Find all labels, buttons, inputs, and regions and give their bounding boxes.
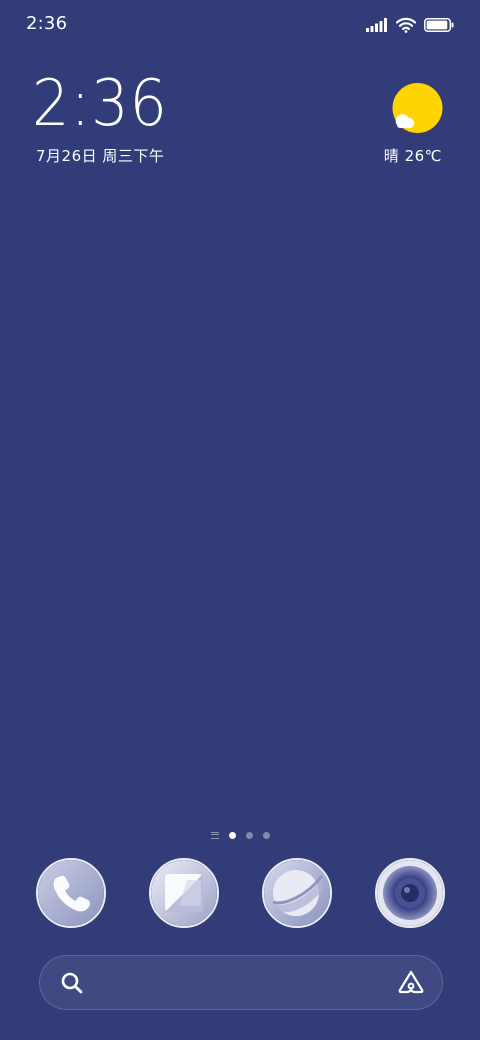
- phone-app-button[interactable]: [36, 858, 106, 928]
- page-dot[interactable]: [245, 831, 253, 839]
- status-bar-icons: [366, 15, 454, 35]
- weather-widget-text[interactable]: 晴 26℃: [384, 145, 442, 166]
- search-bar[interactable]: [39, 955, 443, 1010]
- assistant-icon[interactable]: [397, 969, 425, 999]
- browser-app-button[interactable]: [262, 858, 332, 928]
- messages-icon: [151, 860, 217, 926]
- wifi-icon: [396, 17, 416, 33]
- sun-cloud-icon[interactable]: [390, 82, 444, 136]
- camera-icon: [377, 860, 443, 926]
- browser-icon: [264, 860, 330, 926]
- clock-widget-date[interactable]: 7月26日 周三下午: [36, 145, 164, 166]
- page-dot[interactable]: [228, 831, 236, 839]
- status-bar-time: 2:36: [26, 13, 68, 34]
- camera-app-button[interactable]: [375, 858, 445, 928]
- search-icon[interactable]: [60, 971, 84, 999]
- signal-icon: [366, 18, 388, 32]
- clock-widget-time[interactable]: 2:36: [32, 72, 168, 136]
- phone-icon: [38, 860, 104, 926]
- app-drawer-indicator-icon[interactable]: [210, 831, 219, 839]
- dock: [0, 858, 480, 930]
- battery-icon: [424, 18, 454, 32]
- page-dot[interactable]: [262, 831, 270, 839]
- page-indicator: [0, 829, 480, 841]
- messages-app-button[interactable]: [149, 858, 219, 928]
